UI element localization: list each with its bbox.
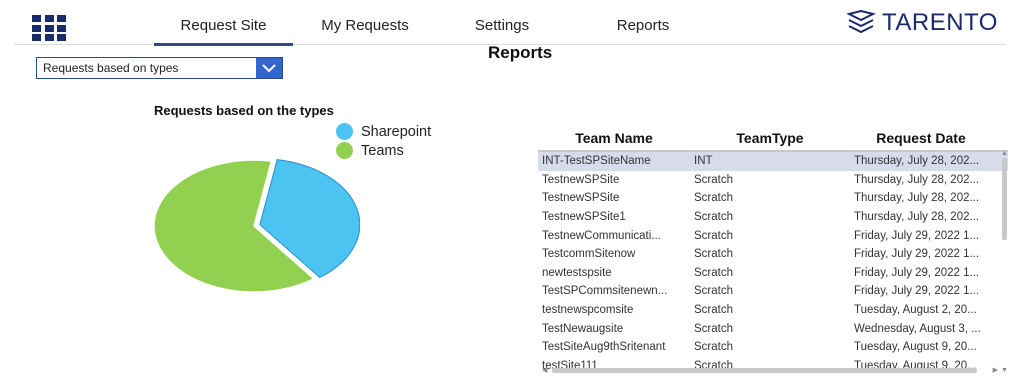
scroll-left-icon[interactable]: ◀	[542, 366, 547, 374]
table-body: INT-TestSPSiteName INT Thursday, July 28, …	[538, 152, 1008, 375]
cell-request-date: Friday, July 29, 2022 1...	[854, 285, 980, 298]
requests-table: Team Name TeamType Request Date INT-Test…	[538, 126, 1008, 374]
page-title: Reports	[488, 43, 553, 62]
scroll-right-icon[interactable]: ▶	[993, 366, 998, 374]
cell-request-date: Tuesday, August 2, 20...	[854, 304, 977, 317]
cell-team-type: Scratch	[694, 341, 733, 354]
cell-team-name: testnewspcomsite	[542, 304, 634, 317]
top-nav: Request Site My Requests Settings Report…	[14, 0, 1006, 46]
cell-team-name: TestSiteAug9thSritenant	[542, 341, 666, 354]
app-screen: Request Site My Requests Settings Report…	[14, 0, 1008, 376]
vertical-scroll-thumb[interactable]	[1002, 158, 1007, 240]
cell-team-type: Scratch	[694, 248, 733, 261]
cell-team-type: Scratch	[694, 192, 733, 205]
cell-team-type: Scratch	[694, 229, 733, 242]
table-row[interactable]: INT-TestSPSiteName INT Thursday, July 28, …	[538, 152, 1008, 171]
horizontal-scrollbar[interactable]: ◀ ▶	[542, 366, 998, 374]
table-row[interactable]: TestnewSPSite Scratch Thursday, July 28, 2…	[538, 189, 1008, 208]
table-row[interactable]: TestSPCommsitenewn... Scratch Friday, July…	[538, 282, 1008, 301]
table-row[interactable]: newtestspsite Scratch Friday, July 29, 202…	[538, 264, 1008, 283]
legend-swatch-sharepoint	[336, 123, 353, 140]
cell-team-name: TestnewSPSite	[542, 173, 620, 186]
table-row[interactable]: TestNewaugsite Scratch Wednesday, August 3…	[538, 319, 1008, 338]
cell-team-name: newtestspsite	[542, 266, 612, 279]
cell-request-date: Friday, July 29, 2022 1...	[854, 229, 980, 242]
cell-request-date: Wednesday, August 3, ...	[854, 322, 981, 335]
scroll-up-icon[interactable]: ▲	[1001, 150, 1008, 157]
cell-request-date: Tuesday, August 9, 20...	[854, 341, 977, 354]
cell-team-name: TestnewCommunicati...	[542, 229, 661, 242]
table-row[interactable]: TestcommSitenow Scratch Friday, July 29, 2…	[538, 245, 1008, 264]
chart-title: Requests based on the types	[154, 103, 334, 118]
brand-logo: TARENTO	[846, 9, 998, 37]
scroll-down-icon[interactable]: ▼	[1001, 367, 1008, 374]
cell-request-date: Thursday, July 28, 202...	[854, 192, 980, 205]
app-launcher-icon[interactable]	[32, 15, 66, 41]
column-header-team-type[interactable]: TeamType	[690, 130, 850, 146]
column-header-request-date[interactable]: Request Date	[850, 130, 992, 146]
cell-team-name: TestnewSPSite1	[542, 211, 626, 224]
table-row[interactable]: TestSiteAug9thSritenant Scratch Tuesday, A…	[538, 338, 1008, 357]
table-row[interactable]: TestnewCommunicati... Scratch Friday, July…	[538, 226, 1008, 245]
cell-team-type: Scratch	[694, 173, 733, 186]
table-row[interactable]: testnewspcomsite Scratch Tuesday, August 2…	[538, 301, 1008, 320]
legend-swatch-teams	[336, 142, 353, 159]
cell-team-name: TestnewSPSite	[542, 192, 620, 205]
cell-team-type: Scratch	[694, 211, 733, 224]
vertical-scrollbar[interactable]: ▲ ▼	[1000, 150, 1008, 374]
tarento-logo-icon	[846, 10, 876, 34]
table-row[interactable]: TestnewSPSite1 Scratch Thursday, July 28, …	[538, 208, 1008, 227]
tab-settings[interactable]: Settings	[462, 17, 542, 43]
table-header: Team Name TeamType Request Date	[538, 126, 1008, 152]
cell-team-name: TestSPCommsitenewn...	[542, 285, 668, 298]
cell-team-type: INT	[694, 155, 713, 168]
cell-team-type: Scratch	[694, 322, 733, 335]
cell-request-date: Thursday, July 28, 202...	[854, 173, 980, 186]
cell-request-date: Thursday, July 28, 202...	[854, 155, 980, 168]
logo-text: TARENTO	[882, 9, 998, 36]
cell-team-type: Scratch	[694, 304, 733, 317]
chevron-down-icon[interactable]	[256, 58, 282, 78]
cell-request-date: Friday, July 29, 2022 1...	[854, 266, 980, 279]
cell-request-date: Friday, July 29, 2022 1...	[854, 248, 980, 261]
report-type-dropdown[interactable]: Requests based on types	[36, 57, 283, 79]
legend-item-sharepoint: Sharepoint	[336, 122, 431, 141]
dropdown-selected-value: Requests based on types	[43, 61, 179, 75]
cell-request-date: Thursday, July 28, 202...	[854, 211, 980, 224]
pie-chart	[153, 159, 360, 293]
tab-request-site[interactable]: Request Site	[154, 17, 293, 46]
chart-legend: Sharepoint Teams	[336, 122, 431, 160]
cell-team-name: TestcommSitenow	[542, 248, 636, 261]
table-row[interactable]: TestnewSPSite Scratch Thursday, July 28, 2…	[538, 171, 1008, 190]
tab-my-requests[interactable]: My Requests	[310, 17, 420, 43]
legend-label-sharepoint: Sharepoint	[361, 123, 432, 140]
tab-reports[interactable]: Reports	[598, 17, 688, 43]
column-header-team-name[interactable]: Team Name	[538, 130, 690, 146]
cell-team-name: TestNewaugsite	[542, 322, 624, 335]
cell-team-type: Scratch	[694, 266, 733, 279]
legend-label-teams: Teams	[361, 142, 404, 159]
cell-team-type: Scratch	[694, 285, 733, 298]
horizontal-scroll-thumb[interactable]	[552, 368, 977, 373]
cell-team-name: INT-TestSPSiteName	[542, 155, 651, 168]
